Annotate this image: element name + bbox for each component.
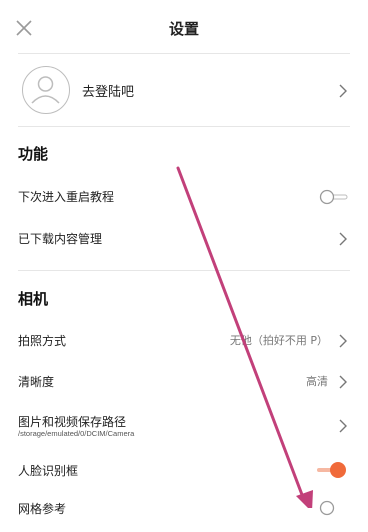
- row-face-detection[interactable]: 人脸识别框: [0, 451, 368, 491]
- restart-tutorial-label: 下次进入重启教程: [18, 190, 115, 204]
- grid-label: 网格参考: [18, 502, 67, 516]
- save-path-value: /storage/emulated/0/DCIM/Camera: [18, 429, 135, 438]
- row-resolution[interactable]: 清晰度 高清: [0, 362, 368, 402]
- chevron-right-icon: [339, 375, 347, 389]
- capture-mode-label: 拍照方式: [18, 334, 67, 348]
- chevron-right-icon: [339, 419, 347, 433]
- resolution-value: 高清: [306, 375, 328, 388]
- avatar-icon: [31, 76, 60, 104]
- save-path-label: 图片和视频保存路径: [18, 415, 127, 429]
- grid-toggle[interactable]: [318, 500, 348, 516]
- row-save-path[interactable]: 图片和视频保存路径 /storage/emulated/0/DCIM/Camer…: [0, 402, 368, 448]
- face-detection-label: 人脸识别框: [18, 464, 79, 478]
- page-title: 设置: [168, 20, 199, 38]
- row-grid[interactable]: 网格参考: [0, 492, 368, 532]
- resolution-label: 清晰度: [18, 375, 55, 389]
- login-row[interactable]: 去登陆吧: [0, 56, 368, 126]
- divider: [18, 126, 350, 127]
- row-restart-tutorial[interactable]: 下次进入重启教程: [0, 177, 368, 217]
- row-downloads[interactable]: 已下载内容管理: [0, 219, 368, 259]
- downloads-label: 已下载内容管理: [18, 232, 103, 246]
- tutorial-toggle[interactable]: [318, 189, 348, 205]
- section-title-camera: 相机: [18, 290, 49, 308]
- chevron-right-icon: [339, 334, 347, 348]
- section-title-features: 功能: [18, 145, 49, 163]
- login-label: 去登陆吧: [82, 85, 135, 100]
- row-capture-mode[interactable]: 拍照方式 无他（拍好不用 P）: [0, 321, 368, 361]
- avatar: [22, 66, 70, 114]
- chevron-right-icon: [339, 84, 347, 98]
- divider: [18, 270, 350, 271]
- face-detection-toggle[interactable]: [316, 461, 348, 479]
- capture-mode-value: 无他（拍好不用 P）: [229, 334, 328, 347]
- chevron-right-icon: [339, 232, 347, 246]
- top-bar: 设置: [0, 0, 368, 56]
- divider: [18, 53, 350, 54]
